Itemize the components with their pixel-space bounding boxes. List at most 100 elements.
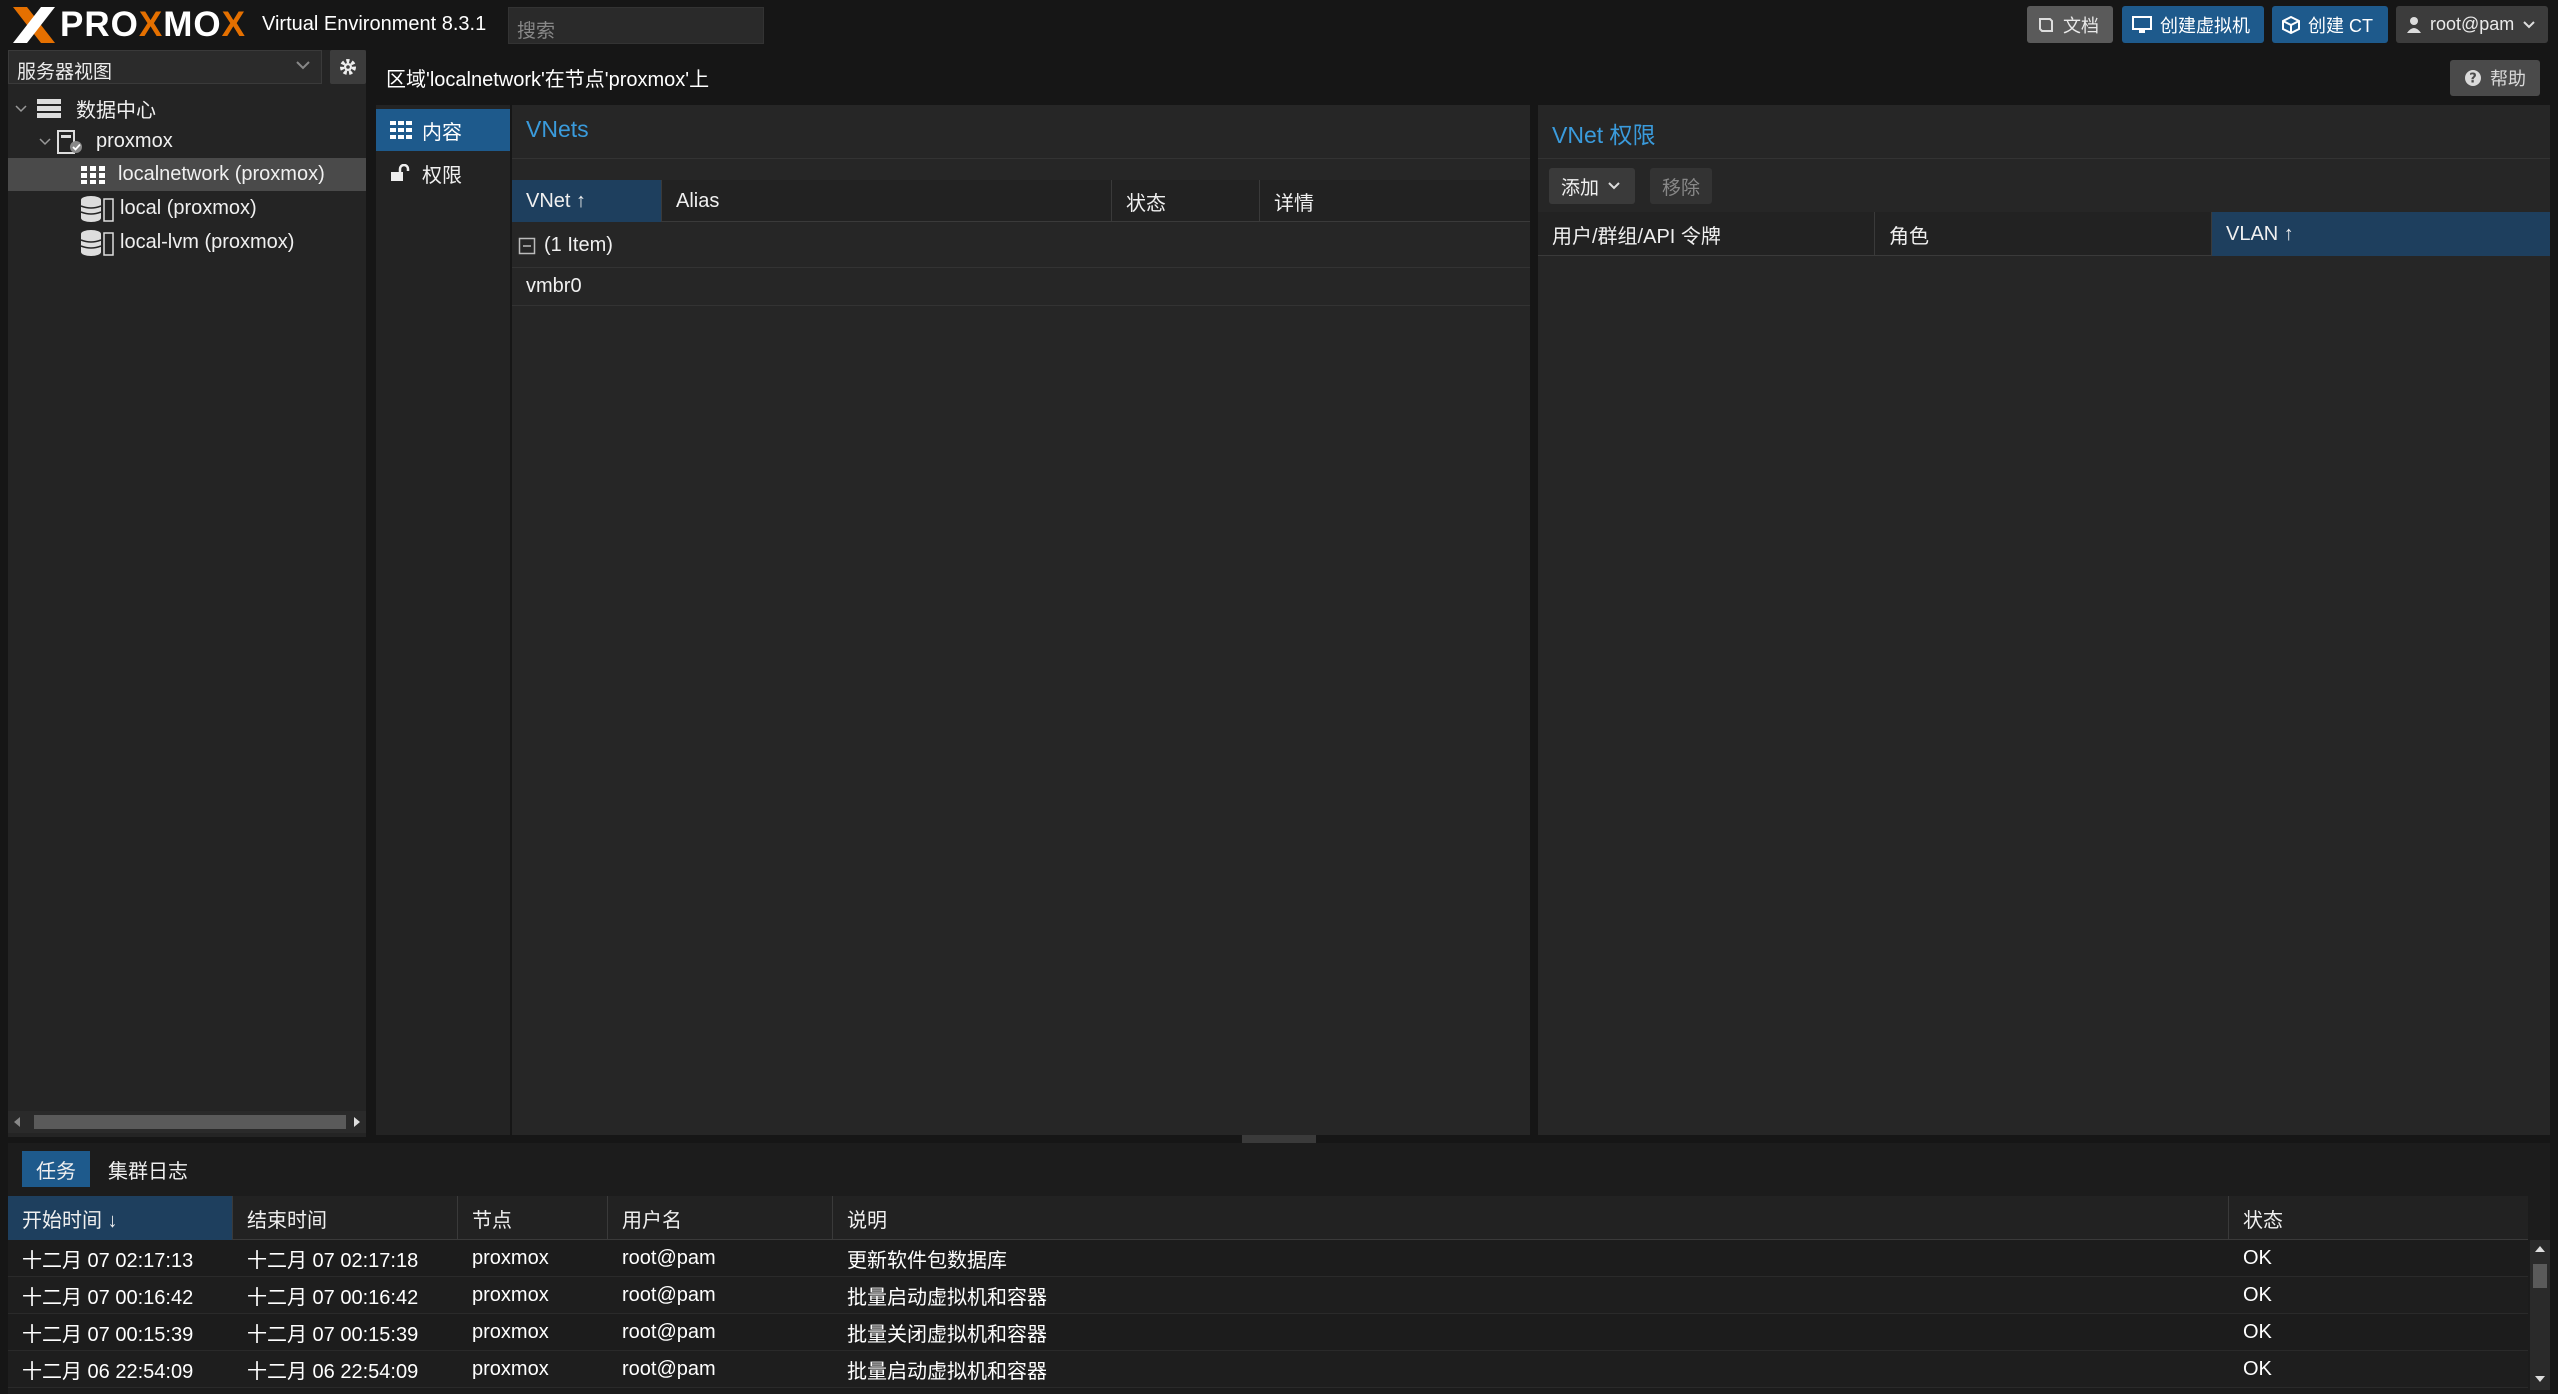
task-start: 十二月 07 00:16:42 [22, 1286, 194, 1309]
tree-item-node[interactable]: proxmox [8, 125, 366, 158]
user-menu-button[interactable]: root@pam [2396, 6, 2548, 43]
task-status: OK [2243, 1320, 2272, 1343]
database-icon [80, 195, 114, 223]
column-alias[interactable]: Alias [662, 180, 1112, 222]
task-start: 十二月 07 00:15:39 [22, 1323, 194, 1346]
column-description[interactable]: 说明 [833, 1196, 2229, 1240]
task-node: proxmox [472, 1320, 549, 1343]
cube-icon [2282, 15, 2300, 34]
vnets-title: VNets [526, 116, 589, 142]
table-row[interactable]: 十二月 06 22:54:09 十二月 06 22:54:09 proxmox … [8, 1351, 2528, 1388]
add-button[interactable]: 添加 [1549, 168, 1635, 204]
task-user: root@pam [622, 1357, 716, 1380]
vnet-permissions-panel [1538, 105, 2550, 1135]
content-nav [376, 105, 510, 1135]
add-label: 添加 [1561, 177, 1600, 199]
permissions-title: VNet 权限 [1552, 122, 1656, 148]
scrollbar-thumb[interactable] [34, 1115, 346, 1129]
tab-cluster-log[interactable]: 集群日志 [94, 1151, 202, 1187]
tree-item-datacenter[interactable]: 数据中心 [8, 92, 366, 125]
column-vnet[interactable]: VNet ↑ [512, 180, 662, 222]
tree-item-label: local (proxmox) [120, 197, 257, 219]
task-start: 十二月 06 22:54:09 [22, 1360, 194, 1383]
tab-tasks[interactable]: 任务 [22, 1151, 90, 1187]
nav-item-content[interactable]: 内容 [376, 109, 510, 151]
nav-item-permissions[interactable]: 权限 [376, 152, 510, 194]
gear-icon [337, 56, 359, 78]
task-status: OK [2243, 1246, 2272, 1269]
column-end-time[interactable]: 结束时间 [233, 1196, 458, 1240]
scrollbar-thumb[interactable] [2533, 1264, 2547, 1288]
arrow-up-icon [2534, 1244, 2546, 1254]
chevron-down-icon [14, 102, 28, 116]
database-icon [80, 229, 114, 257]
table-row[interactable]: 十二月 07 02:17:13 十二月 07 02:17:18 proxmox … [8, 1240, 2528, 1277]
task-node: proxmox [472, 1283, 549, 1306]
task-user: root@pam [622, 1320, 716, 1343]
task-end: 十二月 07 00:15:39 [247, 1323, 419, 1346]
table-row[interactable]: 十二月 07 00:16:42 十二月 07 00:16:42 proxmox … [8, 1277, 2528, 1314]
task-description: 批量启动虚拟机和容器 [847, 1360, 1047, 1383]
create-vm-label: 创建虚拟机 [2160, 15, 2250, 36]
table-row[interactable]: 十二月 07 00:15:39 十二月 07 00:15:39 proxmox … [8, 1314, 2528, 1351]
view-selector[interactable]: 服务器视图 [8, 50, 322, 84]
column-role[interactable]: 角色 [1875, 212, 2212, 256]
chevron-down-icon [295, 59, 311, 71]
column-start-time[interactable]: 开始时间 ↓ [8, 1196, 233, 1240]
remove-label: 移除 [1661, 177, 1700, 199]
task-description: 更新软件包数据库 [847, 1249, 1007, 1272]
task-description: 批量启动虚拟机和容器 [847, 1286, 1047, 1309]
book-icon [2037, 16, 2055, 34]
column-details[interactable]: 详情 [1260, 180, 1530, 222]
create-ct-button[interactable]: 创建 CT [2272, 6, 2388, 43]
column-task-status[interactable]: 状态 [2229, 1196, 2528, 1240]
panel-resize-handle[interactable] [1242, 1135, 1316, 1143]
collapse-icon [518, 237, 536, 255]
chevron-down-icon [38, 135, 52, 149]
view-selector-label: 服务器视图 [17, 62, 113, 83]
column-node[interactable]: 节点 [458, 1196, 608, 1240]
tree-item-label: local-lvm (proxmox) [120, 231, 295, 253]
breadcrumb: 区域'localnetwork'在节点'proxmox'上 [386, 69, 710, 91]
tree-item-label: proxmox [96, 130, 173, 152]
tree-horizontal-scrollbar[interactable] [8, 1111, 366, 1133]
table-row[interactable]: vmbr0 [512, 268, 1530, 306]
chevron-down-icon [1607, 181, 1621, 191]
question-circle-icon: ? [2464, 69, 2482, 87]
task-end: 十二月 06 22:54:09 [247, 1360, 419, 1383]
task-user: root@pam [622, 1246, 716, 1269]
tasks-vertical-scrollbar[interactable] [2530, 1240, 2550, 1390]
tree-settings-button[interactable] [330, 50, 366, 84]
column-user-group-token[interactable]: 用户/群组/API 令牌 [1538, 212, 1875, 256]
create-vm-button[interactable]: 创建虚拟机 [2122, 6, 2264, 43]
help-button[interactable]: ? 帮助 [2450, 60, 2540, 96]
tree-item-local-lvm[interactable]: local-lvm (proxmox) [8, 226, 366, 259]
docs-button[interactable]: 文档 [2027, 6, 2113, 43]
arrow-left-icon [12, 1116, 22, 1128]
arrow-right-icon [352, 1116, 362, 1128]
version-label: Virtual Environment 8.3.1 [262, 13, 487, 35]
task-status: OK [2243, 1357, 2272, 1380]
search-input[interactable]: 搜索 [508, 7, 764, 44]
remove-button[interactable]: 移除 [1650, 168, 1712, 204]
user-icon [2406, 16, 2422, 34]
user-label: root@pam [2430, 14, 2515, 34]
group-label: (1 Item) [544, 234, 613, 256]
column-vlan[interactable]: VLAN ↑ [2212, 212, 2550, 256]
column-status[interactable]: 状态 [1112, 180, 1260, 222]
tree-item-label: localnetwork (proxmox) [118, 163, 325, 185]
nav-item-label: 内容 [422, 121, 462, 144]
grid-icon [390, 121, 412, 139]
vnets-panel-header [512, 105, 1530, 159]
network-zone-icon [80, 165, 106, 185]
task-node: proxmox [472, 1246, 549, 1269]
proxmox-logo-text: PROXMOX [60, 5, 246, 44]
task-description: 批量关闭虚拟机和容器 [847, 1323, 1047, 1346]
column-username[interactable]: 用户名 [608, 1196, 833, 1240]
tree-item-local[interactable]: local (proxmox) [8, 192, 366, 225]
help-label: 帮助 [2490, 69, 2526, 89]
tree-item-localnetwork[interactable]: localnetwork (proxmox) [8, 158, 366, 191]
task-end: 十二月 07 02:17:18 [247, 1249, 419, 1272]
permissions-panel-header [1538, 105, 2550, 159]
group-header-row[interactable]: (1 Item) [512, 224, 1530, 268]
